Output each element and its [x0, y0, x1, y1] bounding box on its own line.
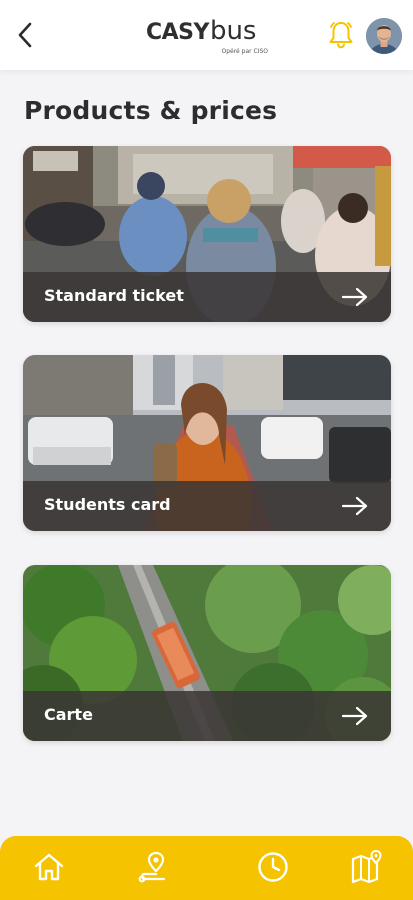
clock-icon	[258, 852, 288, 882]
app-header: CASY bus Opéré par CISO	[0, 0, 413, 70]
product-card-label: Carte	[44, 705, 93, 724]
user-avatar[interactable]	[366, 18, 402, 54]
notifications-button[interactable]	[327, 20, 355, 50]
arrow-right-icon	[341, 496, 368, 516]
product-card-footer: Carte	[23, 691, 391, 741]
product-card-students-card[interactable]: Students card	[23, 355, 391, 531]
casybus-logo: CASY bus Opéré par CISO	[146, 16, 270, 58]
product-card-footer: Standard ticket	[23, 272, 391, 322]
product-card-label: Students card	[44, 495, 171, 514]
tab-route[interactable]	[136, 850, 170, 884]
product-card-label: Standard ticket	[44, 286, 184, 305]
arrow-right-icon	[341, 287, 368, 307]
logo-bus-text: bus	[209, 16, 257, 46]
bottom-tab-bar	[0, 836, 413, 900]
product-card-footer: Students card	[23, 481, 391, 531]
home-icon	[34, 853, 64, 881]
tab-map[interactable]	[350, 850, 384, 884]
bell-icon	[329, 22, 353, 49]
tab-schedule[interactable]	[256, 850, 290, 884]
product-card-standard-ticket[interactable]: Standard ticket	[23, 146, 391, 322]
arrow-right-icon	[341, 706, 368, 726]
back-button[interactable]	[12, 20, 38, 50]
route-pin-icon	[138, 851, 166, 883]
logo-subtitle: Opéré par CISO	[221, 48, 268, 55]
logo-casy-text: CASY	[146, 20, 209, 45]
page-title: Products & prices	[24, 96, 278, 125]
avatar-image	[366, 18, 402, 54]
tab-home[interactable]	[32, 850, 66, 884]
map-icon	[351, 850, 382, 884]
product-card-carte[interactable]: Carte	[23, 565, 391, 741]
chevron-left-icon	[18, 22, 32, 48]
